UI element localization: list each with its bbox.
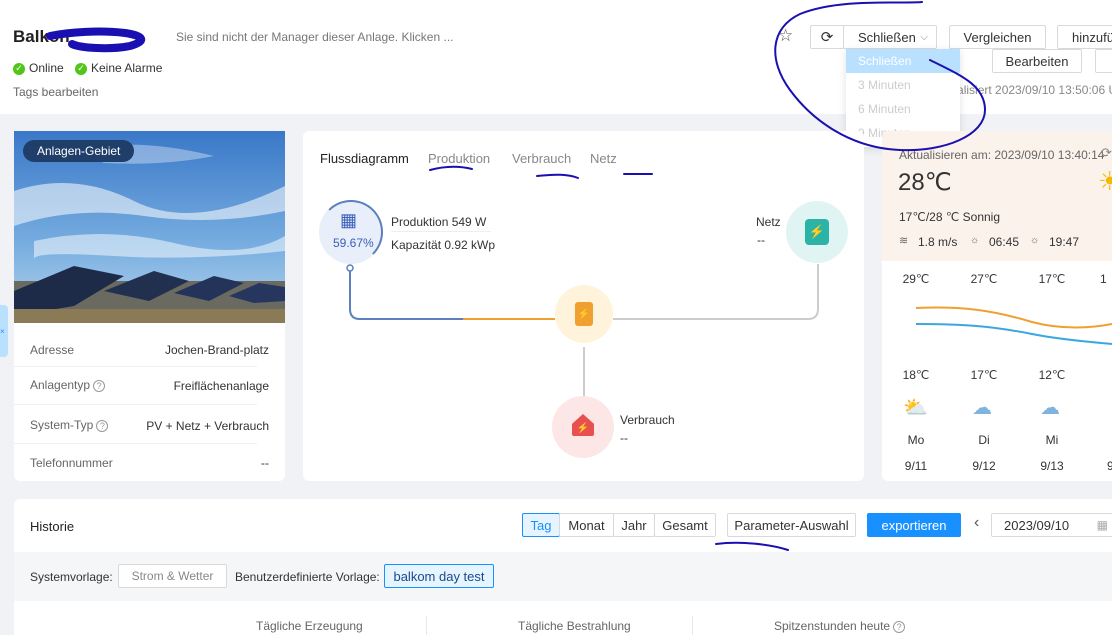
ink-annotations (46, 1, 987, 551)
